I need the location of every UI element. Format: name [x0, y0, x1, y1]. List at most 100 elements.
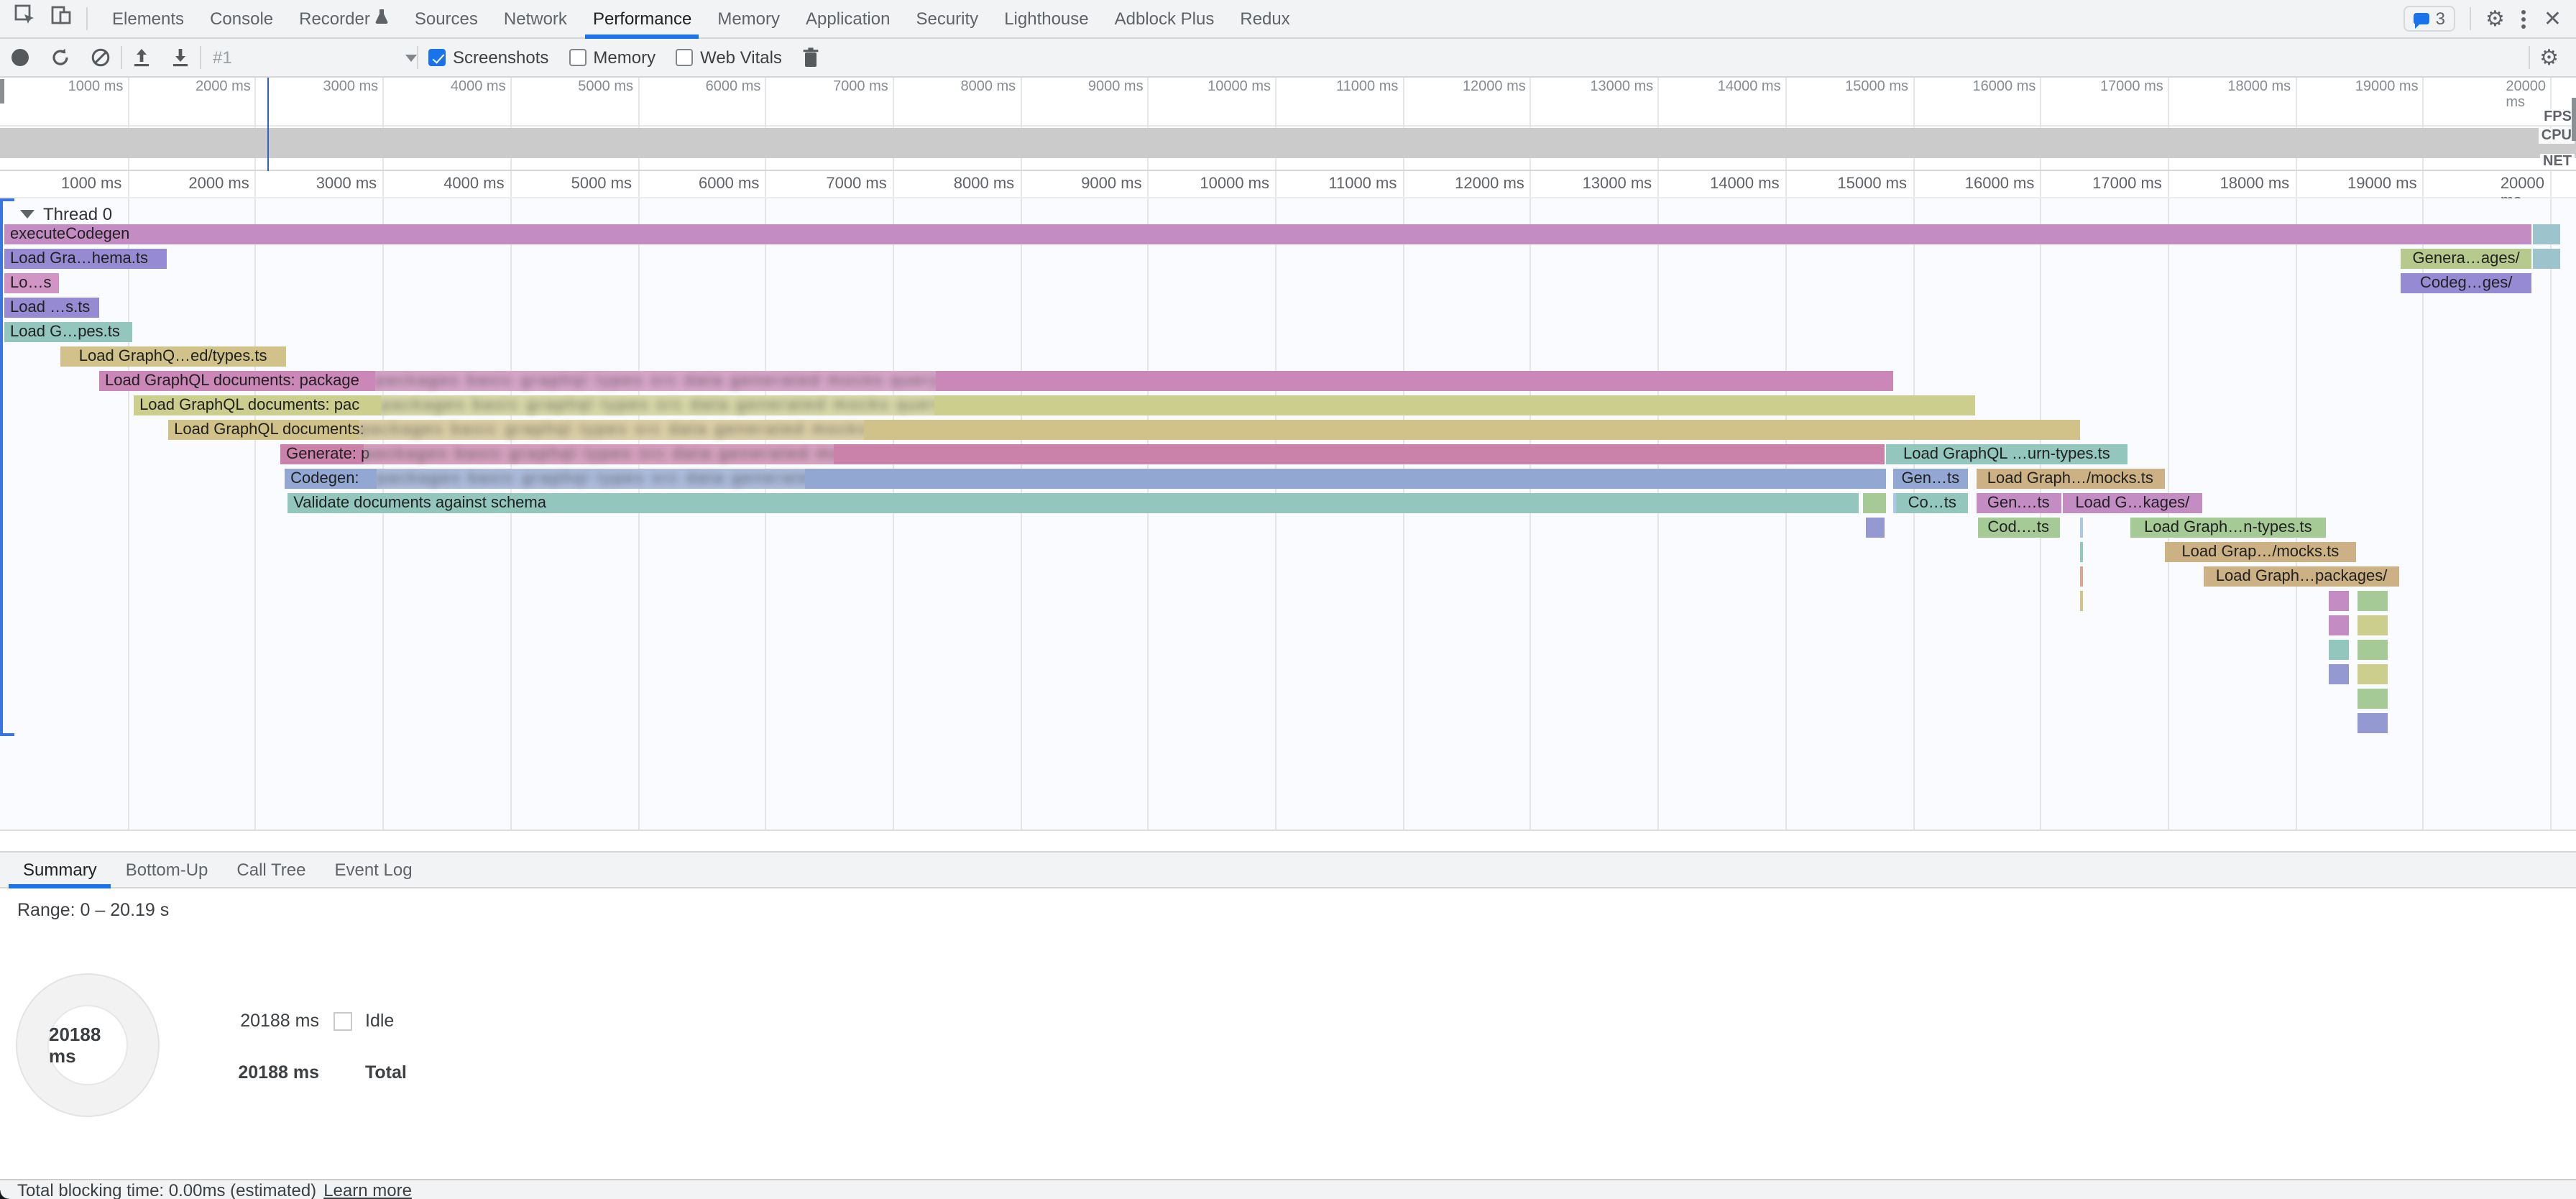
tab-security[interactable]: Security [903, 0, 991, 38]
overview-fps-row[interactable] [0, 78, 2576, 127]
tab-summary[interactable]: Summary [9, 852, 111, 888]
overview-cpu-activity[interactable] [0, 128, 2576, 158]
overview-tick-label: 19000 ms [2355, 79, 2423, 95]
flame-bar[interactable]: Load Grap…/mocks.ts [2165, 542, 2355, 562]
flame-bar[interactable]: Load Graph…/mocks.ts [1976, 469, 2164, 489]
tab-bottom-up[interactable]: Bottom-Up [111, 852, 223, 888]
flame-bar[interactable] [2329, 640, 2350, 660]
flame-bar[interactable]: Load GraphQL documents: package [99, 371, 1892, 391]
flame-bar[interactable]: Gen.…ts [1976, 493, 2061, 513]
flame-bar[interactable] [2358, 615, 2388, 635]
tab-adblock-plus[interactable]: Adblock Plus [1102, 0, 1228, 38]
flame-bar[interactable] [2358, 689, 2388, 709]
tab-event-log[interactable]: Event Log [320, 852, 426, 888]
ruler-tick-label: 15000 ms [1837, 175, 1913, 193]
flame-bar[interactable]: Gen…ts [1892, 469, 1968, 489]
memory-checkbox[interactable]: Memory [558, 47, 666, 68]
flame-bar[interactable] [2329, 664, 2350, 684]
flame-bar[interactable] [2080, 591, 2082, 611]
flame-bar[interactable]: executeCodegen [4, 224, 2531, 244]
flame-bar[interactable] [2329, 615, 2350, 635]
flamechart-ruler[interactable]: 1000 ms2000 ms3000 ms4000 ms5000 ms6000 … [0, 171, 2576, 198]
overview-tick-label: 2000 ms [196, 79, 255, 95]
flame-bar[interactable] [1862, 493, 1885, 513]
record-button[interactable] [0, 47, 40, 68]
tab-recorder[interactable]: Recorder [286, 0, 402, 38]
inspect-element-icon[interactable] [14, 4, 36, 33]
flame-bar[interactable] [2080, 566, 2082, 587]
flame-bar[interactable]: Load …s.ts [4, 298, 99, 318]
more-options-icon[interactable] [2519, 6, 2529, 31]
flame-bar[interactable]: Load GraphQ…ed/types.ts [60, 346, 286, 367]
flame-bar[interactable]: Load Gra…hema.ts [4, 249, 167, 269]
flame-bar[interactable] [2080, 542, 2082, 562]
scrollbar-fragment [2572, 98, 2575, 141]
flame-bar[interactable] [2358, 640, 2388, 660]
gridline [2040, 198, 2041, 830]
garbage-collect-icon[interactable] [792, 47, 829, 68]
tab-console[interactable]: Console [197, 0, 286, 38]
flamechart-main[interactable]: Thread 0 executeCodegen Load Gra…hema.ts G… [0, 198, 2576, 831]
tab-memory[interactable]: Memory [704, 0, 793, 38]
flame-bar[interactable] [2358, 664, 2388, 684]
flame-bar[interactable] [2534, 249, 2560, 269]
tab-elements[interactable]: Elements [99, 0, 197, 38]
tab-call-tree[interactable]: Call Tree [222, 852, 320, 888]
flame-bar[interactable] [2080, 518, 2082, 538]
overview-tick-label: 18000 ms [2227, 79, 2295, 95]
tab-sources[interactable]: Sources [402, 0, 491, 38]
selection-bracket[interactable] [0, 198, 3, 736]
performance-toolbar: #1 Screenshots Memory Web Vitals ⚙ [0, 39, 2576, 78]
gridline [638, 198, 639, 830]
triangle-down-icon [20, 210, 34, 226]
ruler-tick [510, 171, 512, 197]
flame-bar[interactable]: Load Graph…packages/ [2203, 566, 2399, 587]
learn-more-link[interactable]: Learn more [323, 1180, 412, 1199]
capture-settings-gear-icon[interactable]: ⚙ [2529, 47, 2576, 68]
timeline-overview[interactable]: FPS CPU NET 1000 ms2000 ms3000 ms4000 ms… [0, 78, 2576, 171]
flame-bar[interactable]: Lo…s [4, 273, 59, 293]
web-vitals-checkbox[interactable]: Web Vitals [666, 47, 792, 68]
thread-expander[interactable]: Thread 0 [20, 203, 112, 226]
overview-net-row[interactable] [0, 158, 2576, 171]
legend-value: 20188 ms [221, 1062, 319, 1083]
tab-lighthouse[interactable]: Lighthouse [991, 0, 1101, 38]
issues-button[interactable]: 3 [2404, 6, 2455, 32]
gridline [382, 198, 384, 830]
tab-redux[interactable]: Redux [1227, 0, 1302, 38]
flame-bar[interactable] [2358, 713, 2388, 733]
history-select[interactable]: #1 [201, 47, 417, 68]
flame-bar[interactable]: Genera…ages/ [2401, 249, 2531, 269]
close-icon[interactable]: ✕ [2544, 6, 2562, 32]
flame-bar[interactable]: Co…ts [1896, 493, 1968, 513]
screenshots-checkbox[interactable]: Screenshots [418, 47, 558, 68]
flame-bar-label: Genera…ages/ [2413, 250, 2520, 267]
flame-bar[interactable]: Validate documents against schema [288, 493, 1859, 513]
ruler-tick-label: 5000 ms [571, 175, 638, 193]
flame-bar[interactable]: Cod.…ts [1977, 518, 2059, 538]
save-profile-icon[interactable] [161, 47, 200, 68]
flame-bar[interactable] [2329, 591, 2350, 611]
tab-application[interactable]: Application [793, 0, 903, 38]
flame-bar[interactable]: Load Graph…n-types.ts [2130, 518, 2326, 538]
checkbox-unchecked-icon [569, 49, 586, 66]
flame-bar[interactable]: Load GraphQL …urn-types.ts [1885, 444, 2128, 464]
reload-and-record-button[interactable] [40, 47, 80, 68]
load-profile-icon[interactable] [122, 47, 161, 68]
flame-bar[interactable]: Load G…pes.ts [4, 322, 132, 342]
settings-gear-icon[interactable]: ⚙ [2485, 8, 2505, 29]
tab-label: Bottom-Up [126, 859, 208, 879]
clear-recording-icon[interactable] [80, 47, 121, 68]
tab-performance[interactable]: Performance [580, 0, 704, 38]
flame-bar[interactable]: Codeg…ges/ [2401, 273, 2531, 293]
ruler-tick [255, 171, 257, 197]
tab-network[interactable]: Network [491, 0, 580, 38]
flame-bar[interactable] [1865, 518, 1884, 538]
flame-bar[interactable]: Load G…kages/ [2063, 493, 2202, 513]
flame-bar[interactable] [2358, 591, 2388, 611]
device-toolbar-icon[interactable] [50, 4, 72, 33]
flame-bar[interactable] [2534, 224, 2560, 244]
flame-bar[interactable] [1892, 493, 1895, 513]
issues-bubble-icon [2414, 13, 2430, 24]
redacted-text: packages basic graphql types src data ge… [377, 467, 805, 491]
